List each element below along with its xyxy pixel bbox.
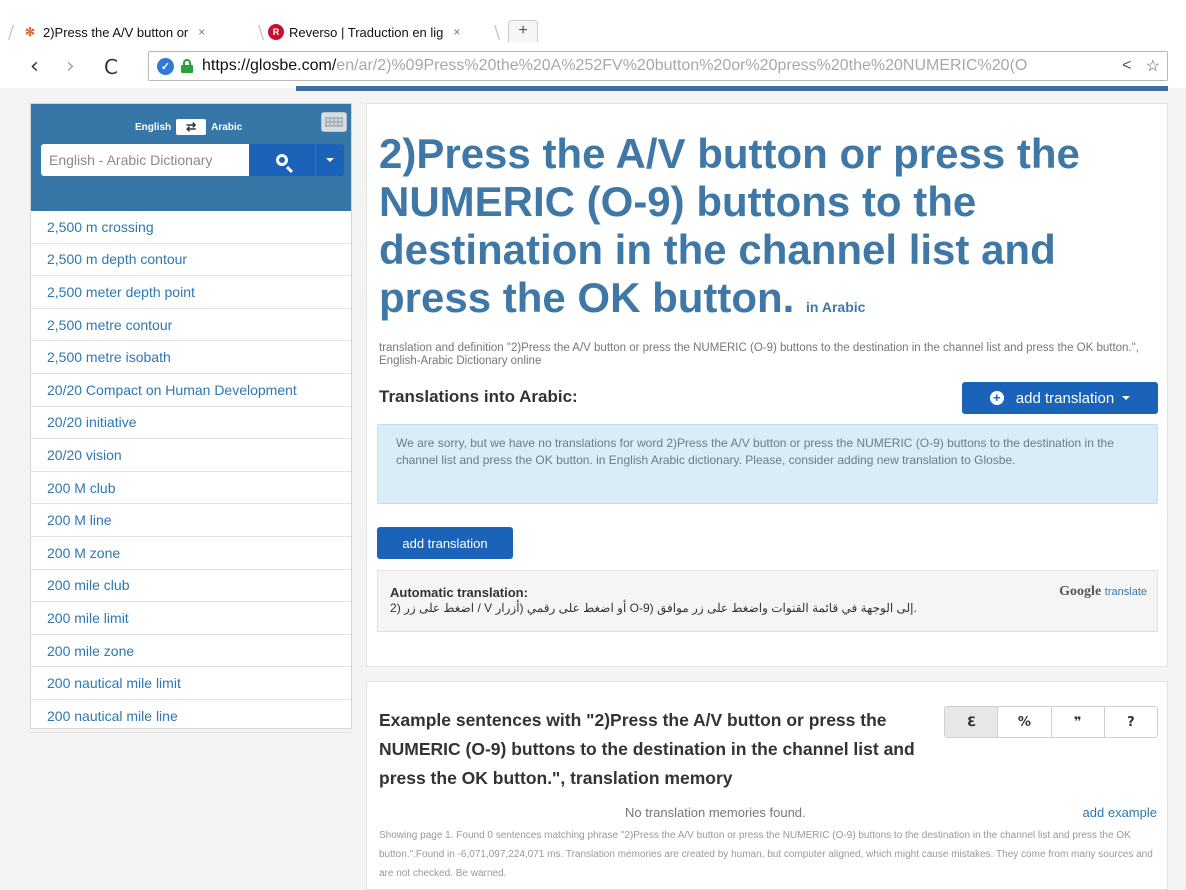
language-selector: English ⇄ Arabic xyxy=(135,118,242,136)
bookmark-star-icon[interactable]: ☆ xyxy=(1146,56,1160,76)
sidebar-phrase-link[interactable]: 20/20 Compact on Human Development xyxy=(31,374,351,407)
sidebar-phrase-link[interactable]: 2,500 metre isobath xyxy=(31,341,351,374)
new-tab-button[interactable]: + xyxy=(508,20,538,42)
dictionary-search-panel: English ⇄ Arabic xyxy=(31,104,351,211)
examples-heading: Example sentences with "2)Press the A/V … xyxy=(379,710,915,788)
search-button[interactable] xyxy=(249,144,315,176)
examples-view-toggle: ℇ % ❞ ? xyxy=(944,706,1158,738)
add-translation-dropdown-button[interactable]: + add translation xyxy=(962,382,1158,414)
help-icon[interactable]: ? xyxy=(1104,707,1157,737)
swap-languages-button[interactable]: ⇄ xyxy=(176,119,207,135)
sidebar-phrase-link[interactable]: 200 mile limit xyxy=(31,602,351,635)
dictionary-search-input[interactable] xyxy=(41,144,249,176)
no-translation-alert: We are sorry, but we have no translation… xyxy=(377,424,1158,504)
sidebar-phrase-link[interactable]: 2,500 m depth contour xyxy=(31,244,351,277)
tab-separator: \ xyxy=(258,22,265,43)
page-header-strip xyxy=(296,86,1168,91)
tab-close-icon[interactable]: × xyxy=(198,25,205,39)
forward-button[interactable]: › xyxy=(66,54,75,79)
target-language[interactable]: Arabic xyxy=(211,122,242,133)
sidebar-phrase-link[interactable]: 200 mile zone xyxy=(31,635,351,668)
page-title: 2)Press the A/V button or press the NUME… xyxy=(379,130,1169,331)
translations-heading: Translations into Arabic: xyxy=(379,387,578,406)
browser-tab-strip: / ✻ 2)Press the A/V button or × \ R Reve… xyxy=(0,0,1186,45)
tab-glosbe[interactable]: ✻ 2)Press the A/V button or × xyxy=(22,20,264,44)
search-icon xyxy=(276,154,288,166)
page-description: translation and definition "2)Press the … xyxy=(379,342,1139,367)
search-options-dropdown[interactable] xyxy=(316,144,344,176)
source-language[interactable]: English xyxy=(135,122,171,133)
sidebar-phrase-link[interactable]: 200 mile club xyxy=(31,570,351,603)
headline-text: 2)Press the A/V button or press the NUME… xyxy=(379,130,1080,321)
tab-separator: / xyxy=(8,22,15,43)
add-example-link[interactable]: add example xyxy=(1083,805,1157,820)
sidebar-phrase-link[interactable]: 200 M club xyxy=(31,472,351,505)
no-memories-message: No translation memories found. xyxy=(625,805,806,820)
sidebar-phrase-link[interactable]: 2,500 m crossing xyxy=(31,211,351,244)
sidebar-phrase-link[interactable]: 20/20 vision xyxy=(31,439,351,472)
plus-circle-icon: + xyxy=(989,391,1004,405)
chain-broken-icon[interactable]: ℇ xyxy=(945,707,999,737)
tab-title: Reverso | Traduction en lig xyxy=(289,24,444,40)
results-summary: Showing page 1. Found 0 sentences matchi… xyxy=(379,830,1153,879)
sidebar-phrase-link[interactable]: 2,500 metre contour xyxy=(31,309,351,342)
sidebar-phrase-link[interactable]: 2,500 meter depth point xyxy=(31,276,351,309)
google-translate-logo: Google translate xyxy=(1059,584,1147,599)
keyboard-icon[interactable] xyxy=(321,112,347,132)
sidebar-phrase-link[interactable]: 20/20 initiative xyxy=(31,407,351,440)
verified-shield-icon: ✓ xyxy=(157,57,174,75)
sidebar-phrase-link[interactable]: 200 nautical mile limit xyxy=(31,667,351,700)
share-icon[interactable]: < xyxy=(1122,57,1131,75)
reload-button[interactable]: C xyxy=(104,55,118,79)
tab-separator: \ xyxy=(494,22,501,43)
sidebar-phrase-link[interactable]: 200 M line xyxy=(31,504,351,537)
lock-icon xyxy=(180,59,194,73)
in-language-label: in Arabic xyxy=(806,299,866,315)
quote-icon[interactable]: ❞ xyxy=(1051,707,1105,737)
url-host: https://glosbe.com/ xyxy=(202,57,337,74)
tab-title: 2)Press the A/V button or xyxy=(43,24,189,40)
sidebar: English ⇄ Arabic 2,500 m crossing2,500 m… xyxy=(30,103,352,733)
sidebar-phrase-link[interactable]: 200 M zone xyxy=(31,537,351,570)
browser-toolbar: ‹ › C ✓ https://glosbe.com/en/ar/2)%09Pr… xyxy=(0,44,1186,88)
related-phrases-list: 2,500 m crossing 2,500 m depth contour 2,5… xyxy=(31,211,351,733)
reverso-favicon-icon: R xyxy=(268,24,284,40)
sidebar-phrase-link[interactable]: 200 nautical mile line xyxy=(31,700,351,733)
link-icon[interactable]: % xyxy=(998,707,1052,737)
add-translation-label: add translation xyxy=(1015,389,1115,407)
tab-close-icon[interactable]: × xyxy=(453,25,460,39)
tab-reverso[interactable]: R Reverso | Traduction en lig × xyxy=(268,20,490,44)
automatic-translation-text: .إلى الوجهة في قائمة القنوات واضغط على ز… xyxy=(390,601,917,615)
automatic-translation-label: Automatic translation: xyxy=(390,585,528,600)
automatic-translation-box: Automatic translation: .إلى الوجهة في قا… xyxy=(377,570,1158,632)
omnibox-actions: < ☆ xyxy=(1115,52,1167,80)
back-button[interactable]: ‹ xyxy=(30,54,39,79)
translation-panel: 2)Press the A/V button or press the NUME… xyxy=(366,103,1168,667)
url-path: en/ar/2)%09Press%20the%20A%252FV%20butto… xyxy=(336,57,1028,74)
address-bar[interactable]: ✓ https://glosbe.com/en/ar/2)%09Press%20… xyxy=(148,51,1168,81)
caret-down-icon xyxy=(1122,396,1131,400)
example-sentences-panel: Example sentences with "2)Press the A/V … xyxy=(366,681,1168,890)
add-translation-button[interactable]: add translation xyxy=(377,527,513,559)
glosbe-favicon-icon: ✻ xyxy=(24,25,36,39)
